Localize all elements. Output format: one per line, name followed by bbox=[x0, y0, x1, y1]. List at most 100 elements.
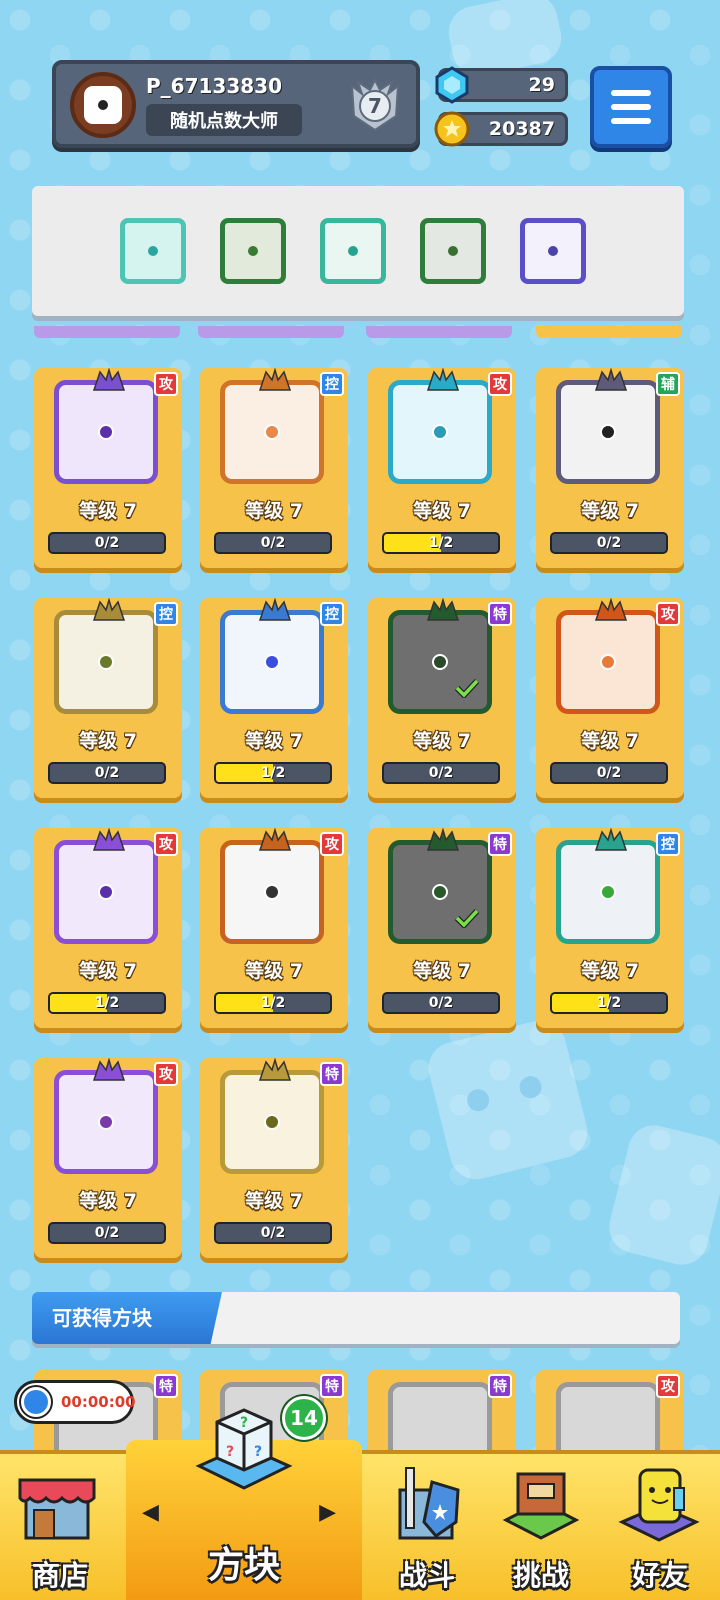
dice-level: 等级 7 bbox=[413, 500, 471, 522]
dice-level: 等级 7 bbox=[245, 1190, 303, 1212]
dice-card[interactable]: 控等级 7 0/2 bbox=[34, 598, 182, 798]
dice-level: 等级 7 bbox=[245, 730, 303, 752]
svg-text:?: ? bbox=[226, 1444, 234, 1460]
nav-friends[interactable]: 好友 bbox=[600, 1454, 720, 1600]
dice-type-tag: 特 bbox=[320, 1374, 344, 1398]
progress-text: 1/2 bbox=[260, 995, 286, 1011]
progress-text: 0/2 bbox=[596, 535, 622, 551]
jaw-dice-icon bbox=[556, 380, 660, 484]
player-username: P_67133830 bbox=[146, 74, 282, 98]
dice-pip bbox=[264, 654, 280, 670]
scrolled-card-edge bbox=[366, 326, 512, 338]
dice-type-tag: 攻 bbox=[656, 602, 680, 626]
dice-type-tag: 特 bbox=[320, 1062, 344, 1086]
gun-dice-icon bbox=[220, 840, 324, 944]
dice-card[interactable]: 攻等级 7 1/2 bbox=[368, 368, 516, 568]
avatar bbox=[70, 72, 136, 138]
dice-level: 等级 7 bbox=[79, 500, 137, 522]
player-profile-panel[interactable]: P_67133830 随机点数大师 7 bbox=[52, 60, 420, 148]
dice-pip bbox=[448, 246, 458, 256]
menu-button[interactable] bbox=[590, 66, 672, 148]
coin-icon bbox=[434, 111, 470, 147]
upgrade-progress-bar: 1/2 bbox=[214, 762, 332, 784]
challenge-board-icon bbox=[502, 1472, 580, 1540]
nav-prev-arrow-icon[interactable]: ◀ bbox=[142, 1500, 159, 1525]
progress-text: 0/2 bbox=[260, 535, 286, 551]
dice-type-tag: 控 bbox=[154, 602, 178, 626]
dice-level: 等级 7 bbox=[79, 960, 137, 982]
scrolled-card-edge bbox=[536, 326, 682, 338]
nav-next-arrow-icon[interactable]: ▶ bbox=[319, 1500, 336, 1525]
wild-dragon-dice-icon bbox=[388, 840, 492, 944]
dragon-head-icon bbox=[92, 368, 126, 391]
gem-counter[interactable]: 29 bbox=[435, 66, 568, 104]
section-header: 可获得方块 bbox=[32, 1292, 222, 1344]
dragon-head-icon bbox=[594, 368, 628, 391]
stopwatch-icon bbox=[21, 1387, 51, 1417]
hands-dice-icon[interactable] bbox=[520, 218, 586, 284]
battle-shield-icon bbox=[398, 1467, 460, 1540]
shield-dice-icon bbox=[54, 610, 158, 714]
nav-challenge[interactable]: 挑战 bbox=[486, 1454, 596, 1600]
dragon-head-icon bbox=[594, 828, 628, 851]
nav-dice-label: 方块 bbox=[207, 1545, 280, 1586]
dragon-head-icon bbox=[426, 828, 460, 851]
upgrade-progress-bar: 0/2 bbox=[550, 532, 668, 554]
gem-icon bbox=[435, 66, 469, 104]
dice-card[interactable]: 特等级 7 0/2 bbox=[200, 1058, 348, 1258]
dice-card[interactable]: 特等级 7 0/2 bbox=[368, 828, 516, 1028]
wind-dice-icon[interactable] bbox=[120, 218, 186, 284]
progress-text: 0/2 bbox=[428, 995, 454, 1011]
pentagram-dragon-dice-icon bbox=[388, 610, 492, 714]
wave-dice-icon bbox=[556, 840, 660, 944]
gem-amount: 29 bbox=[528, 74, 555, 96]
available-dice-section: 可获得方块 bbox=[32, 1292, 680, 1344]
coin-counter[interactable]: 20387 bbox=[434, 111, 568, 147]
dragon-head-icon bbox=[426, 598, 460, 621]
teal-dice-icon[interactable] bbox=[320, 218, 386, 284]
sand-dice-icon bbox=[220, 380, 324, 484]
dice-card[interactable]: 辅等级 7 0/2 bbox=[536, 368, 684, 568]
dice-card[interactable]: 攻等级 7 0/2 bbox=[536, 598, 684, 798]
dice-level: 等级 7 bbox=[79, 730, 137, 752]
nav-dice[interactable]: ? ? ? ◀ ▶ 方块 bbox=[126, 1408, 362, 1600]
progress-text: 0/2 bbox=[428, 765, 454, 781]
purple-rune-dice-icon bbox=[54, 380, 158, 484]
dice-avatar-icon bbox=[84, 86, 122, 124]
wild-dragon-dice-icon[interactable] bbox=[220, 218, 286, 284]
scrolled-card-edge bbox=[198, 326, 344, 338]
nav-shop[interactable]: 商店 bbox=[0, 1454, 120, 1600]
upgrade-progress-bar: 0/2 bbox=[48, 1222, 166, 1244]
dice-pip bbox=[264, 1114, 280, 1130]
dice-card[interactable]: 攻等级 7 1/2 bbox=[34, 828, 182, 1028]
dice-card[interactable]: 特等级 7 0/2 bbox=[368, 598, 516, 798]
dragon-head-icon bbox=[92, 828, 126, 851]
upgrade-progress-bar: 0/2 bbox=[382, 762, 500, 784]
dice-level: 等级 7 bbox=[245, 500, 303, 522]
progress-text: 0/2 bbox=[596, 765, 622, 781]
dice-pip bbox=[348, 246, 358, 256]
dragon-head-icon bbox=[92, 1058, 126, 1081]
progress-text: 1/2 bbox=[260, 765, 286, 781]
dice-type-tag: 攻 bbox=[154, 832, 178, 856]
dice-card[interactable]: 攻等级 7 0/2 bbox=[34, 1058, 182, 1258]
upgrade-progress-bar: 0/2 bbox=[214, 1222, 332, 1244]
nav-battle[interactable]: 战斗 bbox=[372, 1454, 482, 1600]
dice-pip bbox=[264, 884, 280, 900]
snowflake-dice-icon bbox=[220, 610, 324, 714]
dice-pip bbox=[264, 424, 280, 440]
progress-text: 1/2 bbox=[596, 995, 622, 1011]
pentagram-dragon-dice-icon[interactable] bbox=[420, 218, 486, 284]
dice-pip bbox=[98, 884, 114, 900]
dice-card[interactable]: 控等级 7 0/2 bbox=[200, 368, 348, 568]
dragon-head-icon bbox=[258, 368, 292, 391]
dice-card[interactable]: 控等级 7 1/2 bbox=[536, 828, 684, 1028]
dice-card[interactable]: 攻等级 7 1/2 bbox=[200, 828, 348, 1028]
event-timer[interactable]: 00:00:00 bbox=[14, 1380, 136, 1424]
dice-pip bbox=[248, 246, 258, 256]
progress-text: 0/2 bbox=[260, 1225, 286, 1241]
dice-card[interactable]: 控等级 7 1/2 bbox=[200, 598, 348, 798]
dice-type-tag: 攻 bbox=[656, 1374, 680, 1398]
dice-card[interactable]: 攻等级 7 0/2 bbox=[34, 368, 182, 568]
nav-friends-label: 好友 bbox=[631, 1559, 688, 1592]
